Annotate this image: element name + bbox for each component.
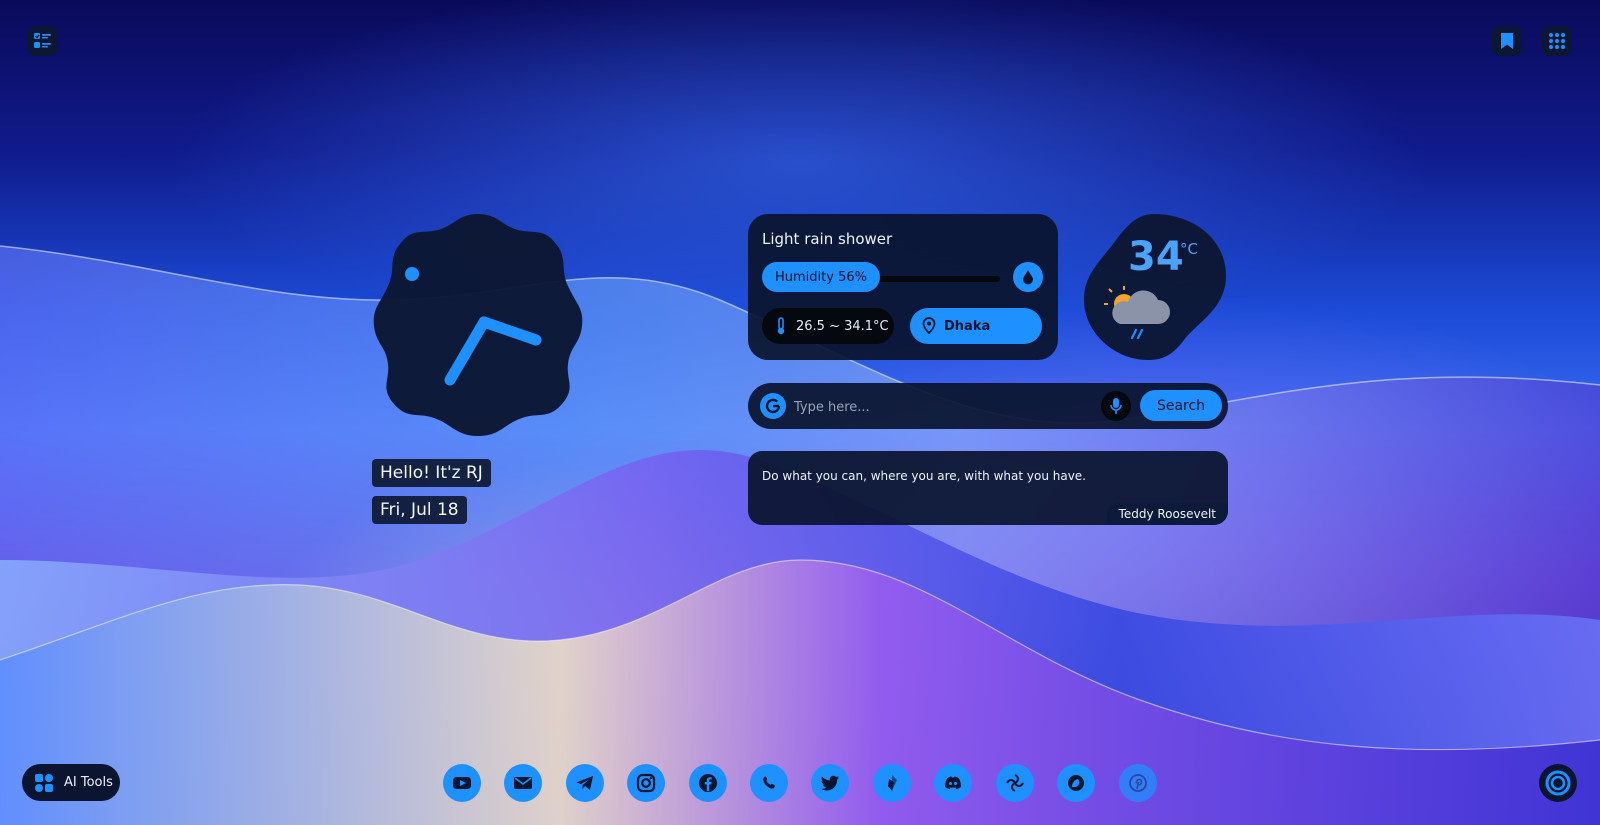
ai-tools-button[interactable]: AI Tools bbox=[22, 764, 120, 801]
humidity-button[interactable] bbox=[1013, 262, 1043, 292]
assistant-button[interactable] bbox=[1539, 764, 1577, 802]
dock-facebook[interactable] bbox=[689, 764, 727, 802]
deepseek-icon bbox=[1006, 774, 1024, 792]
temp-range-pill: 26.5 ~ 34.1°C bbox=[762, 308, 894, 344]
facebook-icon bbox=[699, 774, 717, 792]
bookmark-button[interactable] bbox=[1492, 26, 1522, 56]
whatsapp-icon bbox=[763, 776, 775, 789]
temperature-unit: °C bbox=[1180, 240, 1198, 258]
todo-list-icon bbox=[34, 33, 51, 48]
quote-card: Do what you can, where you are, with wha… bbox=[748, 451, 1228, 525]
dock-youtube[interactable] bbox=[443, 764, 481, 802]
temperature-value: 34 bbox=[1128, 234, 1184, 280]
instagram-icon bbox=[636, 773, 656, 793]
greeting-label: Hello! It'z RJ bbox=[372, 459, 491, 487]
dock-twitter[interactable] bbox=[811, 764, 849, 802]
quote-author: Teddy Roosevelt bbox=[1106, 503, 1228, 525]
dock-instagram[interactable] bbox=[627, 764, 665, 802]
pinterest-icon bbox=[1129, 774, 1147, 792]
dock-bluesky[interactable] bbox=[873, 764, 911, 802]
telegram-icon bbox=[576, 776, 593, 790]
dock-ai-assistant[interactable] bbox=[1057, 764, 1095, 802]
bluesky-icon bbox=[888, 775, 897, 791]
todo-list-button[interactable] bbox=[28, 26, 58, 56]
ring-icon bbox=[1545, 770, 1571, 796]
analog-clock bbox=[373, 214, 583, 436]
twitter-icon bbox=[821, 775, 839, 791]
search-button-label: Search bbox=[1156, 397, 1206, 414]
location-text: Dhaka bbox=[944, 318, 991, 334]
voice-search-button[interactable] bbox=[1101, 391, 1131, 421]
bookmark-icon bbox=[1501, 33, 1513, 49]
location-button[interactable]: Dhaka bbox=[910, 308, 1042, 344]
google-button[interactable] bbox=[760, 393, 786, 419]
ai-assistant-icon bbox=[1068, 775, 1084, 791]
apps-grid-button[interactable] bbox=[1542, 26, 1572, 56]
temp-range-text: 26.5 ~ 34.1°C bbox=[796, 318, 889, 334]
youtube-icon bbox=[453, 777, 471, 789]
quote-text: Do what you can, where you are, with wha… bbox=[762, 469, 1086, 483]
humidity-label: Humidity 56% bbox=[775, 269, 867, 285]
dock-mail[interactable] bbox=[504, 764, 542, 802]
weather-condition: Light rain shower bbox=[762, 230, 893, 248]
google-icon bbox=[765, 398, 781, 414]
dock-pinterest[interactable] bbox=[1119, 764, 1157, 802]
location-pin-icon bbox=[922, 317, 936, 335]
dock-discord[interactable] bbox=[934, 764, 972, 802]
dock-deepseek[interactable] bbox=[996, 764, 1034, 802]
clock-dot bbox=[405, 267, 419, 281]
ai-tools-icon bbox=[35, 773, 53, 792]
apps-grid-icon bbox=[1549, 33, 1565, 49]
thermometer-icon bbox=[777, 317, 785, 335]
search-input[interactable] bbox=[792, 392, 1096, 422]
mail-icon bbox=[514, 777, 532, 789]
water-drop-icon bbox=[1023, 270, 1033, 285]
microphone-icon bbox=[1110, 398, 1122, 414]
dock-whatsapp[interactable] bbox=[750, 764, 788, 802]
ai-tools-label: AI Tools bbox=[64, 775, 113, 790]
weather-card: Light rain shower Humidity 56% 26.5 ~ 34… bbox=[748, 214, 1058, 360]
date-label: Fri, Jul 18 bbox=[372, 496, 467, 524]
dock-telegram[interactable] bbox=[566, 764, 604, 802]
search-button[interactable]: Search bbox=[1140, 390, 1222, 421]
search-bar: Search bbox=[748, 383, 1228, 429]
discord-icon bbox=[945, 776, 961, 790]
humidity-pill: Humidity 56% bbox=[762, 262, 880, 292]
